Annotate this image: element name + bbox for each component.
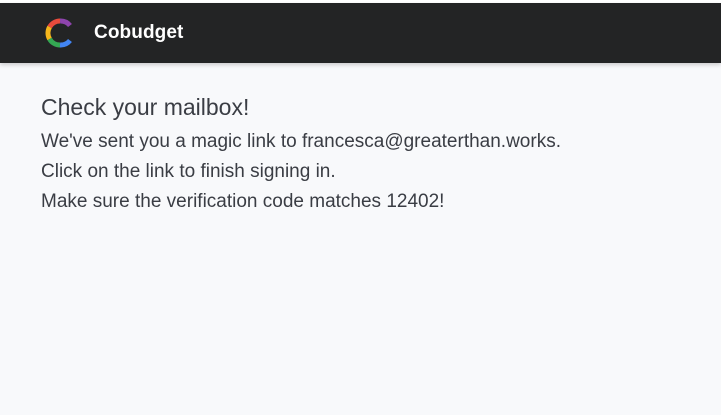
instruction-message: Click on the link to finish signing in. <box>41 161 336 182</box>
brand-name[interactable]: Cobudget <box>94 22 183 44</box>
magic-link-message: We've sent you a magic link to francesca… <box>41 131 561 152</box>
cobudget-logo-icon[interactable] <box>44 17 76 49</box>
navbar: Cobudget <box>0 3 721 63</box>
page-title: Check your mailbox! <box>41 94 250 120</box>
verification-code-message: Make sure the verification code matches … <box>41 191 445 212</box>
main-content: Check your mailbox! We've sent you a mag… <box>0 63 721 217</box>
